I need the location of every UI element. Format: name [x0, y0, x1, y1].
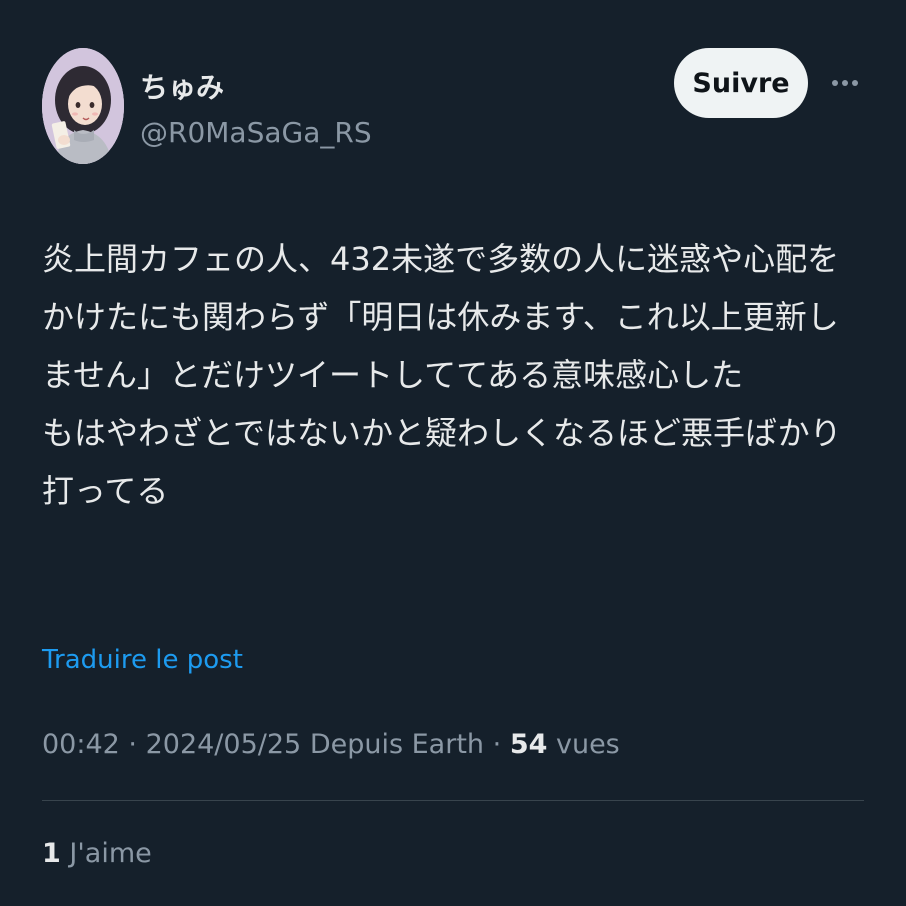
avatar-image [42, 48, 124, 164]
views-label: vues [555, 729, 620, 760]
more-options-icon[interactable] [826, 68, 864, 98]
divider [42, 800, 864, 801]
follow-button[interactable]: Suivre [674, 48, 808, 118]
user-handle[interactable]: @R0MaSaGa_RS [140, 116, 372, 149]
more-dot [852, 80, 858, 86]
likes-label: J'aime [69, 838, 152, 869]
likes-summary[interactable]: 1 J'aime [42, 838, 152, 869]
display-name[interactable]: ちゅみ [140, 66, 224, 106]
more-dot [832, 80, 838, 86]
avatar[interactable] [42, 48, 124, 164]
tweet-time[interactable]: 00:42 [42, 729, 120, 760]
meta-separator: · [128, 729, 137, 760]
views-count: 54 [509, 729, 548, 760]
tweet-text: 炎上間カフェの人、432未遂で多数の人に迷惑や心配をかけたにも関わらず「明日は休… [42, 240, 842, 510]
tweet-meta: 00:42 · 2024/05/25 Depuis Earth · 54 vue… [42, 729, 620, 760]
tweet-date[interactable]: 2024/05/25 [146, 729, 302, 760]
more-dot [842, 80, 848, 86]
likes-count: 1 [42, 838, 61, 869]
meta-separator: · [492, 729, 502, 760]
tweet-header: ちゅみ @R0MaSaGa_RS Suivre [42, 48, 864, 164]
tweet-source: Depuis Earth [309, 729, 485, 760]
translate-post-link[interactable]: Traduire le post [42, 645, 243, 675]
